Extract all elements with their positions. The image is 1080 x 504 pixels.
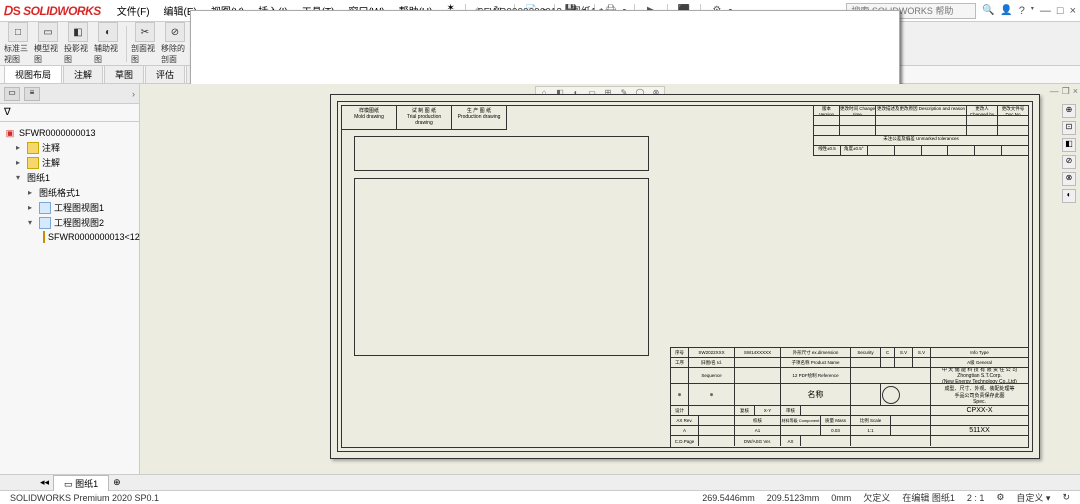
sheet-tab-prev-icon[interactable]: ◂◂ [40, 477, 49, 488]
feature-manager-pane: ▭ ≡ › ∇ ▣SFWR0000000013 ▸注释 ▸注解 ▾图纸1 ▸图纸… [0, 84, 140, 474]
titleblock-stages: 样模图纸Mold drawing 试 制 图 纸Trial production… [342, 106, 507, 130]
tab-evaluate[interactable]: 评估 [145, 65, 185, 83]
tab-view-layout[interactable]: 视图布局 [4, 65, 62, 83]
rtool-icon[interactable]: ⊡ [1062, 121, 1076, 135]
rtool-icon[interactable]: ⊗ [1062, 172, 1076, 186]
status-mode: 欠定义 [863, 491, 890, 504]
std-views-button[interactable]: □标准三视图 [4, 22, 32, 65]
status-y: 209.5123mm [767, 493, 820, 503]
rtool-icon[interactable]: ⊕ [1062, 104, 1076, 118]
status-gear-icon[interactable]: ⚙ [996, 492, 1004, 503]
tree-item[interactable]: ▾图纸1 [4, 170, 135, 185]
search-icon[interactable]: 🔍 [980, 3, 996, 19]
status-refresh-icon[interactable]: ↻ [1062, 492, 1070, 503]
drawing-view-2[interactable] [354, 178, 649, 356]
model-view-button[interactable]: ▭模型视图 [34, 22, 62, 65]
window-controls: ? ▾ — □ × [1019, 5, 1076, 17]
tree-item[interactable]: ▸注解 [4, 155, 135, 170]
status-bar: SOLIDWORKS Premium 2020 SP0.1 269.5446mm… [0, 490, 1080, 504]
titleblock-main: 序号 SW2022XXX SW14XXXXX 外形尺寸 ex.dimension… [670, 347, 1028, 447]
minimize-icon[interactable]: — [1040, 5, 1051, 17]
status-custom[interactable]: 自定义 ▾ [1016, 491, 1050, 504]
tree-item[interactable]: SFWR0000000013<12> [4, 230, 135, 244]
tree-item[interactable]: ▸工程图视图1 [4, 200, 135, 215]
maximize-icon[interactable]: □ [1057, 5, 1064, 17]
right-toolbar: ⊕ ⊡ ◧ ⊘ ⊗ ◐ [1062, 104, 1078, 203]
drawing-sheet[interactable]: 样模图纸Mold drawing 试 制 图 纸Trial production… [330, 94, 1040, 459]
rtool-icon[interactable]: ◐ [1062, 189, 1076, 203]
fm-tab-2[interactable]: ≡ [24, 87, 40, 101]
rtool-icon[interactable]: ◧ [1062, 138, 1076, 152]
titleblock-revision: 版本 Version 更改时间 Change time 更改描述及更改原因 De… [813, 106, 1028, 156]
tree-item[interactable]: ▸注释 [4, 140, 135, 155]
rtool-icon[interactable]: ⊘ [1062, 155, 1076, 169]
section-view-button[interactable]: ✂剖面视图 [131, 22, 159, 65]
app-logo: 𝘋S SOLIDWORKS [4, 4, 101, 18]
logo-cell [851, 384, 881, 405]
tab-sketch[interactable]: 草图 [104, 65, 144, 83]
status-version: SOLIDWORKS Premium 2020 SP0.1 [10, 493, 159, 503]
tree-item[interactable]: ▾工程图视图2 [4, 215, 135, 230]
status-editing: 在编辑 图纸1 [902, 491, 955, 504]
mdi-close-icon[interactable]: × [1073, 86, 1078, 97]
aux-view-button[interactable]: ◐辅助视图 [94, 22, 122, 65]
sheet-tab-1[interactable]: ▭ 图纸1 [53, 475, 109, 491]
mdi-controls: — ❐ × [1050, 86, 1078, 97]
help-icon[interactable]: ? [1019, 5, 1025, 17]
tree-item[interactable]: ▸图纸格式1 [4, 185, 135, 200]
fm-filter-icon[interactable]: ∇ [4, 107, 11, 118]
removed-section-button[interactable]: ⊘移除的剖面 [161, 22, 189, 65]
status-z: 0mm [831, 493, 851, 503]
status-x: 269.5446mm [702, 493, 755, 503]
mdi-restore-icon[interactable]: ❐ [1062, 86, 1070, 97]
sheet-tab-bar: ◂◂ ▭ 图纸1 ⊕ [0, 474, 1080, 490]
feature-tree: ▣SFWR0000000013 ▸注释 ▸注解 ▾图纸1 ▸图纸格式1 ▸工程图… [0, 122, 139, 248]
fm-tab-1[interactable]: ▭ [4, 87, 20, 101]
status-ratio[interactable]: 2 : 1 [967, 493, 985, 503]
tab-annotation[interactable]: 注解 [63, 65, 103, 83]
mdi-minimize-icon[interactable]: — [1050, 86, 1059, 97]
tree-root[interactable]: ▣SFWR0000000013 [4, 126, 135, 140]
fm-chevron-icon[interactable]: › [132, 89, 135, 99]
user-icon[interactable]: 👤 [1000, 5, 1012, 16]
sheet-tab-add-icon[interactable]: ⊕ [113, 477, 121, 488]
menu-file[interactable]: 文件(F) [111, 1, 156, 20]
close-icon[interactable]: × [1070, 5, 1076, 17]
projected-view-button[interactable]: ◧投影视图 [64, 22, 92, 65]
drawing-view-1[interactable] [354, 136, 649, 171]
drawing-canvas[interactable]: — ❐ × ⌂ ◧ ◐ ▭ ⊞ ✎ ◯ ⊗ 样模图纸Mold drawing 试… [140, 84, 1080, 474]
